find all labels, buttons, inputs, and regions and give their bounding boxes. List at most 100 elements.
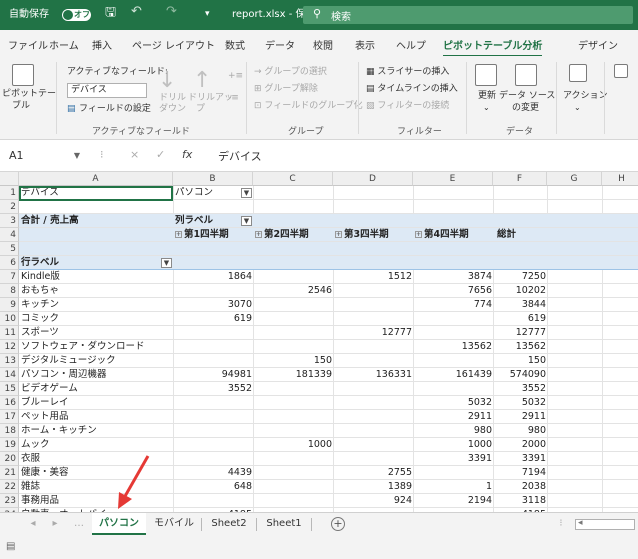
value-cell[interactable] — [335, 410, 415, 424]
value-cell[interactable]: 774 — [415, 298, 495, 312]
refresh-dropdown-icon[interactable]: ⌄ — [483, 102, 490, 114]
save-icon[interactable]: 🖫 — [105, 6, 116, 20]
value-cell[interactable]: 980 — [415, 424, 495, 438]
value-cell[interactable] — [335, 452, 415, 466]
value-cell[interactable] — [335, 340, 415, 354]
drill-up-label-1[interactable]: ドリルアッ — [188, 92, 233, 104]
tab-help[interactable]: ヘルプ — [396, 37, 426, 52]
value-cell[interactable]: 3874 — [415, 270, 495, 284]
row-label-cell[interactable]: キッチン — [21, 298, 173, 312]
formula-input[interactable]: デバイス — [218, 148, 262, 164]
tab-data[interactable]: データ — [265, 37, 295, 52]
name-box[interactable]: A1 ▼ — [6, 147, 84, 165]
grand-total-cell[interactable]: 7250 — [495, 270, 549, 284]
value-cell[interactable]: 161439 — [415, 368, 495, 382]
redo-icon[interactable]: ↷ — [166, 5, 177, 19]
row-header[interactable]: 16 — [0, 396, 19, 410]
tab-review[interactable]: 校閲 — [313, 37, 333, 52]
row-label-cell[interactable]: コミック — [21, 312, 173, 326]
search-box[interactable]: ⚲ 検索 — [303, 6, 633, 24]
value-cell[interactable] — [175, 326, 255, 340]
value-cell[interactable] — [335, 424, 415, 438]
tab-page-layout[interactable]: ページ レイアウト — [132, 37, 215, 52]
insert-slicer-button[interactable]: ▦ スライサーの挿入 — [366, 66, 449, 78]
value-cell[interactable]: 13562 — [415, 340, 495, 354]
col-header-g[interactable]: G — [547, 172, 602, 186]
row-header[interactable]: 13 — [0, 354, 19, 368]
value-cell[interactable]: 181339 — [255, 368, 335, 382]
actions-icon[interactable] — [569, 64, 587, 82]
row-label-cell[interactable]: ムック — [21, 438, 173, 452]
row-header[interactable]: 19 — [0, 438, 19, 452]
value-cell[interactable] — [255, 424, 335, 438]
filter-connections-button[interactable]: ▧ フィルターの接続 — [366, 100, 449, 112]
grand-total-cell[interactable]: 3844 — [495, 298, 549, 312]
value-field-label[interactable]: 合計 / 売上高 — [21, 214, 171, 228]
expand-icon[interactable]: + — [175, 231, 182, 238]
value-cell[interactable] — [255, 270, 335, 284]
tab-file[interactable]: ファイル — [8, 37, 48, 52]
group-selection-button[interactable]: → グループの選択 — [254, 66, 327, 78]
sheet-tab-pc[interactable]: パソコン — [92, 513, 146, 535]
grand-total-cell[interactable]: 5032 — [495, 396, 549, 410]
actions-label[interactable]: アクション — [563, 90, 608, 102]
row-header[interactable]: 12 — [0, 340, 19, 354]
quarter-header-1[interactable]: + 第1四半期 — [175, 228, 255, 242]
row-label-cell[interactable]: ペット用品 — [21, 410, 173, 424]
value-cell[interactable] — [255, 410, 335, 424]
value-cell[interactable] — [335, 312, 415, 326]
value-cell[interactable]: 1389 — [335, 480, 415, 494]
value-cell[interactable] — [175, 438, 255, 452]
row-label-cell[interactable]: ホーム・キッチン — [21, 424, 173, 438]
value-cell[interactable] — [335, 354, 415, 368]
value-cell[interactable] — [255, 396, 335, 410]
value-cell[interactable] — [335, 298, 415, 312]
expand-field-icon[interactable]: +≡ — [228, 70, 243, 82]
expand-icon[interactable]: + — [255, 231, 262, 238]
row-header[interactable]: 10 — [0, 312, 19, 326]
value-cell[interactable] — [415, 354, 495, 368]
select-all-corner[interactable] — [0, 172, 19, 186]
column-labels-dropdown-icon[interactable]: ▼ — [241, 216, 252, 226]
enter-icon[interactable]: ✓ — [156, 148, 165, 161]
collapse-field-icon[interactable]: -≡ — [228, 92, 239, 104]
tab-insert[interactable]: 挿入 — [92, 37, 112, 52]
value-cell[interactable]: 4439 — [175, 466, 255, 480]
value-cell[interactable] — [335, 396, 415, 410]
grand-total-cell[interactable]: 980 — [495, 424, 549, 438]
insert-function-icon[interactable]: fx — [182, 148, 192, 161]
pivottable-label-1[interactable]: ピボットテー — [2, 88, 56, 100]
row-label-cell[interactable]: パソコン・周辺機器 — [21, 368, 173, 382]
row-header[interactable]: 7 — [0, 270, 19, 284]
col-header-b[interactable]: B — [173, 172, 253, 186]
value-cell[interactable]: 648 — [175, 480, 255, 494]
actions-dropdown-icon[interactable]: ⌄ — [574, 102, 581, 114]
field-settings-button[interactable]: フィールドの設定 — [79, 103, 151, 115]
grand-total-cell[interactable]: 3118 — [495, 494, 549, 508]
add-sheet-icon[interactable]: + — [331, 517, 345, 531]
undo-icon[interactable]: ↶ — [131, 5, 142, 19]
value-cell[interactable]: 2546 — [255, 284, 335, 298]
row-label-cell[interactable]: ソフトウェア・ダウンロード — [21, 340, 173, 354]
value-cell[interactable] — [175, 494, 255, 508]
grand-total-cell[interactable]: 2038 — [495, 480, 549, 494]
tab-view[interactable]: 表示 — [355, 37, 375, 52]
row-header[interactable]: 11 — [0, 326, 19, 340]
row-header[interactable]: 5 — [0, 242, 19, 256]
value-cell[interactable]: 12777 — [335, 326, 415, 340]
drill-down-icon[interactable]: ↓ — [158, 70, 176, 92]
quarter-header-2[interactable]: + 第2四半期 — [255, 228, 335, 242]
tab-home[interactable]: ホーム — [49, 37, 79, 52]
value-cell[interactable] — [175, 424, 255, 438]
row-label-cell[interactable]: ビデオゲーム — [21, 382, 173, 396]
row-header[interactable]: 17 — [0, 410, 19, 424]
value-cell[interactable] — [175, 340, 255, 354]
value-cell[interactable] — [335, 438, 415, 452]
expand-icon[interactable]: + — [415, 231, 422, 238]
scroll-right-icon[interactable]: ▸ — [48, 513, 62, 535]
row-header[interactable]: 21 — [0, 466, 19, 480]
drill-up-icon[interactable]: ↑ — [193, 70, 211, 92]
grand-total-cell[interactable]: 10202 — [495, 284, 549, 298]
value-cell[interactable] — [335, 382, 415, 396]
quarter-header-3[interactable]: + 第3四半期 — [335, 228, 415, 242]
